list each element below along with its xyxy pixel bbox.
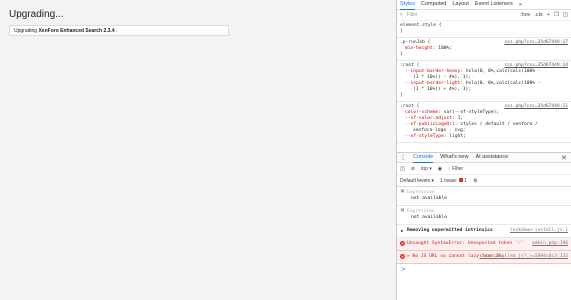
drawer-tabs: ⋮ Console What's new AI assistance ✕: [397, 152, 571, 163]
page-title: Upgrading...: [9, 9, 64, 20]
issue-icon: [458, 178, 463, 183]
tab-computed[interactable]: Computed: [421, 0, 446, 9]
console-error-row: ✕ ▸ No JS URL so cannot lazy-load JS cor…: [397, 251, 571, 264]
log-source-link[interactable]: lockdown-install.js:1: [510, 228, 568, 234]
tab-event-listeners[interactable]: Event Listeners: [475, 0, 513, 9]
rule-source-link[interactable]: css.php?css…35d67449:11: [504, 104, 568, 110]
console-prompt[interactable]: >: [397, 264, 571, 276]
hover-state-button[interactable]: :hov: [520, 12, 530, 18]
new-rule-button[interactable]: +: [547, 12, 550, 18]
filter-icon: ▿: [400, 12, 403, 18]
upgrade-progress-box: Upgrading XenForo Enhanced Search 2.3.4 …: [9, 25, 229, 36]
error-icon: ✕: [400, 254, 405, 259]
live-expression-icon[interactable]: ◉: [438, 166, 442, 172]
live-expression-row: ✕ Expression not available: [397, 206, 571, 225]
rule-source-link[interactable]: css.php?css…35d67449:17: [504, 40, 568, 46]
tab-styles[interactable]: Styles: [400, 0, 415, 10]
rule-close: }: [400, 29, 403, 34]
expand-triangle-icon[interactable]: ▶: [401, 228, 403, 234]
context-selector[interactable]: top ▾: [421, 166, 432, 172]
devtools-panel: Styles Computed Layout Event Listeners »…: [396, 0, 571, 300]
styles-filter-input[interactable]: Filter: [407, 12, 516, 18]
expression-value: not available: [411, 215, 447, 220]
copy-icon[interactable]: ❐: [554, 12, 559, 18]
tab-ai-assistance[interactable]: AI assistance: [475, 153, 508, 162]
style-rule-root-14: :root { css.php?css…35d67449:14 --input-…: [397, 61, 571, 102]
error-source-link[interactable]: core-compiled.js?_v=5094c0c3:132: [479, 254, 568, 260]
tab-whats-new[interactable]: What's new: [440, 153, 468, 162]
upgrade-page: Upgrading... Upgrading XenForo Enhanced …: [0, 0, 396, 300]
tab-layout[interactable]: Layout: [452, 0, 469, 9]
expression-value: not available: [411, 196, 447, 201]
progress-suffix: .: [114, 28, 118, 34]
rule-close: }: [400, 52, 403, 57]
progress-product: XenForo Enhanced Search 2.3.4: [38, 28, 115, 34]
error-icon: ✕: [400, 241, 405, 246]
console-toolbar: ◫ ⊘ top ▾ ◉ ▿ Filter: [397, 163, 571, 175]
log-levels-dropdown[interactable]: Default levels ▾: [400, 178, 434, 184]
error-text: Uncaught SyntaxError: Unexpected token '…: [407, 241, 524, 246]
styles-filter-row: ▿ Filter :hov .cls + ❐ ◫: [397, 10, 571, 21]
rule-close: }: [400, 93, 403, 98]
console-log-row: ▶ Removing unpermitted intrinsics lockdo…: [397, 225, 571, 238]
drawer-menu-icon[interactable]: ⋮: [400, 154, 406, 161]
console-settings-icon[interactable]: ⚙: [473, 178, 477, 184]
error-source-link[interactable]: admin.php:196: [532, 241, 568, 247]
tab-console[interactable]: Console: [413, 153, 434, 163]
style-rule-runjob: .p-runJob { css.php?css…35d67449:17 min-…: [397, 38, 571, 61]
clear-console-icon[interactable]: ⊘: [411, 166, 415, 172]
class-toggle-button[interactable]: .cls: [534, 12, 542, 18]
console-messages: ✕ Expression not available ✕ Expression …: [397, 187, 571, 276]
issues-counter[interactable]: 1 Issue: 1: [440, 178, 467, 184]
progress-prefix: Upgrading: [14, 28, 39, 34]
styles-pane: element.style { } .p-runJob { css.php?cs…: [397, 21, 571, 152]
rule-source-link[interactable]: css.php?css…35d67449:14: [504, 63, 568, 69]
remove-expression-icon[interactable]: ✕: [400, 189, 405, 195]
remove-expression-icon[interactable]: ✕: [400, 208, 405, 214]
more-tabs-icon[interactable]: »: [519, 2, 522, 8]
console-error-row: ✕ Uncaught SyntaxError: Unexpected token…: [397, 238, 571, 251]
style-property[interactable]: --xf-styleType: light;: [400, 134, 568, 140]
style-rule-element: element.style { }: [397, 21, 571, 38]
log-text: Removing unpermitted intrinsics: [407, 228, 493, 233]
close-drawer-icon[interactable]: ✕: [561, 154, 567, 162]
style-rule-root-11: :root { css.php?css…35d67449:11 color-sc…: [397, 102, 571, 143]
live-expression-row: ✕ Expression not available: [397, 187, 571, 206]
console-levels-row: Default levels ▾ 1 Issue: 1 ⚙: [397, 175, 571, 187]
elements-subtabs: Styles Computed Layout Event Listeners »: [397, 0, 571, 10]
sidebar-toggle-icon[interactable]: ◫: [563, 12, 568, 18]
sidebar-icon[interactable]: ◫: [400, 166, 405, 172]
console-filter-input[interactable]: ▿ Filter: [448, 166, 463, 172]
